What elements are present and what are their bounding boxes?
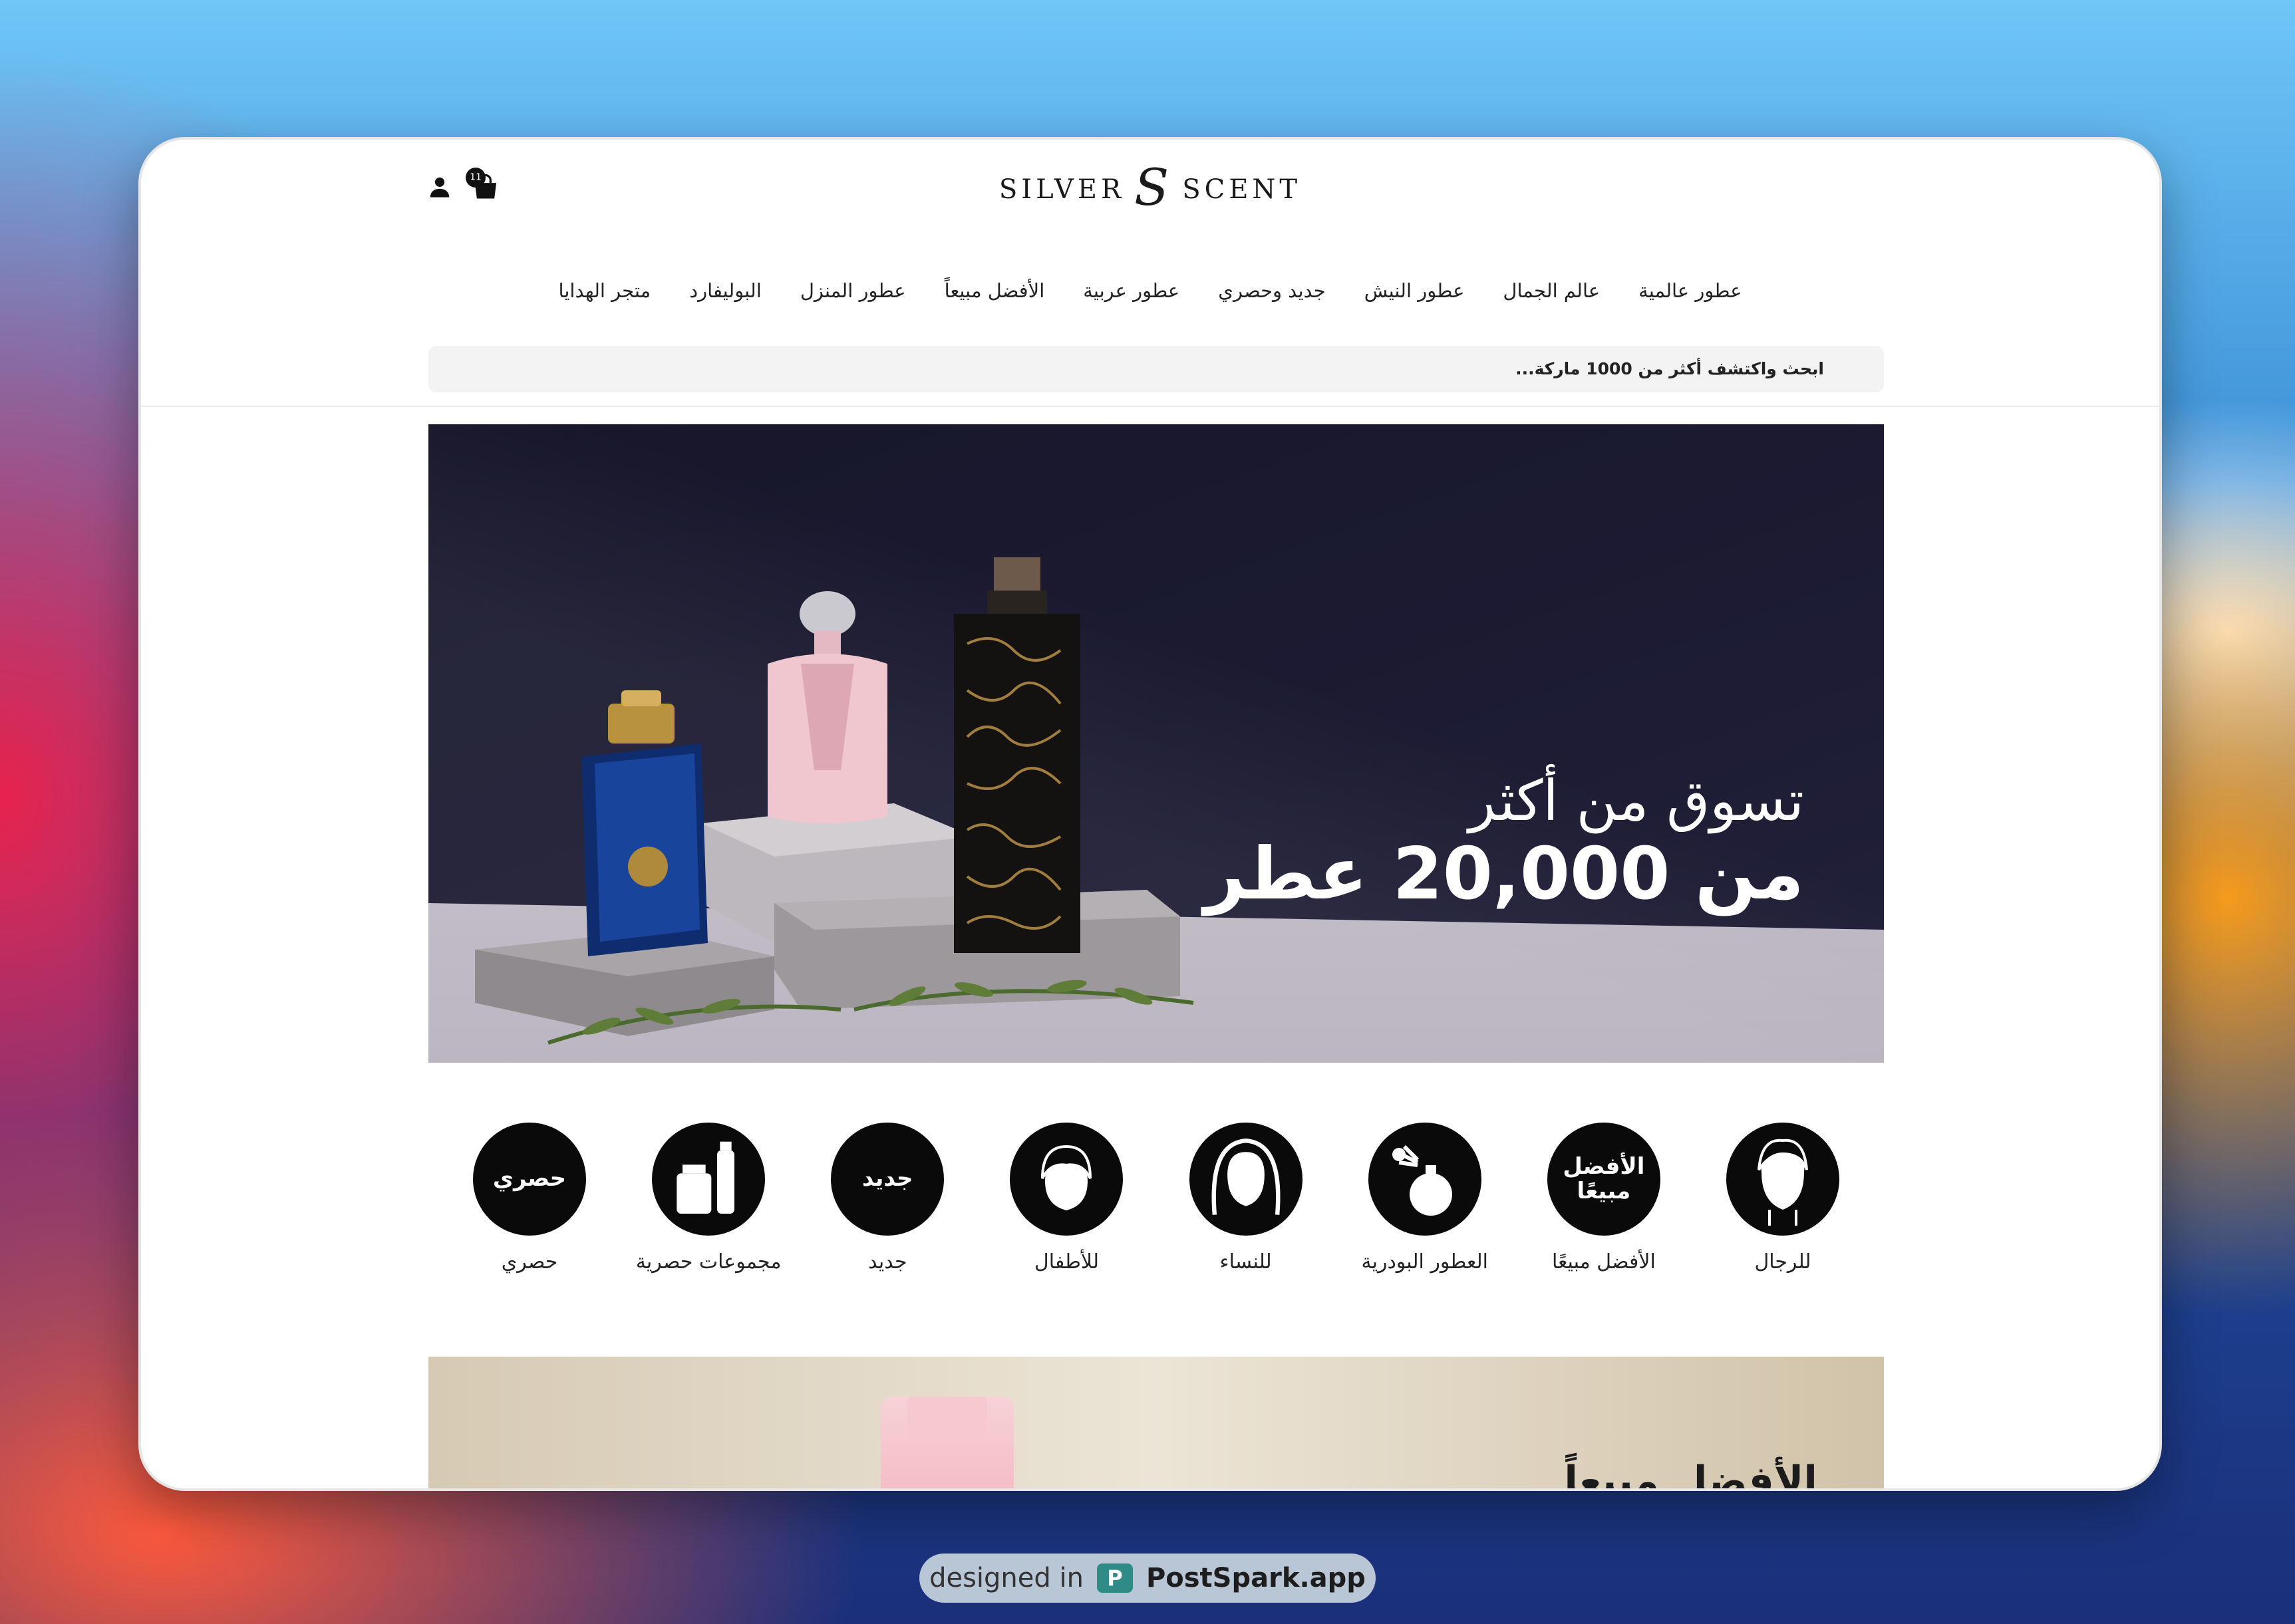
category-label: للنساء	[1219, 1250, 1272, 1274]
watermark-badge: designed in P PostSpark.app	[919, 1554, 1376, 1603]
category-women[interactable]: للنساء	[1166, 1123, 1326, 1295]
nav-item-international[interactable]: عطور عالمية	[1638, 279, 1742, 302]
new-text-icon: جديد	[831, 1123, 945, 1236]
perfume-atomizer-icon	[1368, 1123, 1481, 1236]
nav-item-best-sellers[interactable]: الأفضل مبيعاً	[945, 279, 1045, 302]
nav-item-new-exclusive[interactable]: جديد وحصري	[1218, 279, 1325, 302]
watermark-brand: PostSpark.app	[1146, 1563, 1366, 1593]
category-label: الأفضل مبيعًا	[1551, 1250, 1656, 1274]
postspark-logo-icon: P	[1096, 1563, 1133, 1593]
search-input[interactable]: ابحث واكتشف أكثر من 1000 ماركة...	[428, 346, 1884, 392]
nav-item-arabic[interactable]: عطور عربية	[1083, 279, 1179, 302]
hero-text: تسوق من أكثر من 20,000 عطر	[1204, 770, 1804, 918]
cart-count-badge: 11	[466, 168, 486, 188]
child-face-icon	[1010, 1123, 1124, 1236]
category-row: للرجال الأفضل مبيعًا الأفضل مبيعًا العطو…	[428, 1123, 1884, 1295]
category-powdery[interactable]: العطور البودرية	[1345, 1123, 1505, 1295]
woman-face-icon	[1189, 1123, 1302, 1236]
category-label: حصري	[501, 1250, 558, 1274]
user-account-icon[interactable]	[428, 176, 451, 198]
category-men[interactable]: للرجال	[1703, 1123, 1863, 1295]
circle-text: الأفضل مبيعًا	[1563, 1152, 1645, 1204]
gift-set-icon	[652, 1123, 766, 1236]
header-icons: 11	[428, 168, 500, 200]
category-best-sellers[interactable]: الأفضل مبيعًا الأفضل مبيعًا	[1524, 1123, 1684, 1295]
category-label: العطور البودرية	[1361, 1250, 1488, 1274]
hero-line-1: تسوق من أكثر	[1468, 768, 1804, 833]
category-label: للرجال	[1754, 1250, 1811, 1274]
promo-banner[interactable]: الأفضل مبيعاً	[428, 1357, 1884, 1490]
hero-banner[interactable]: تسوق من أكثر من 20,000 عطر	[428, 424, 1884, 1063]
circle-text: جديد	[862, 1165, 913, 1192]
header-divider	[141, 406, 2159, 407]
category-exclusive-sets[interactable]: مجموعات حصرية	[629, 1123, 788, 1295]
promo-bottle-cap	[907, 1397, 987, 1443]
hero-line-2: من 20,000 عطر	[1203, 833, 1804, 916]
category-kids[interactable]: للأطفال	[987, 1123, 1146, 1295]
circle-text: حصري	[492, 1165, 567, 1192]
browser-window: 11 SILVER S SCENT عطور عالمية عالم الجما…	[138, 137, 2162, 1491]
best-seller-text-icon: الأفضل مبيعًا	[1547, 1123, 1660, 1236]
category-label: جديد	[868, 1250, 907, 1274]
watermark-prefix: designed in	[929, 1563, 1084, 1593]
man-face-icon	[1726, 1123, 1839, 1236]
category-exclusive[interactable]: حصري حصري	[450, 1123, 609, 1295]
nav-item-beauty[interactable]: عالم الجمال	[1503, 279, 1600, 302]
nav-item-home[interactable]: عطور المنزل	[800, 279, 906, 302]
brand-monogram: S	[1134, 158, 1173, 217]
exclusive-text-icon: حصري	[473, 1123, 587, 1236]
hero-perfume-image	[475, 557, 1194, 1045]
nav-item-boulevard[interactable]: البوليفارد	[689, 279, 762, 302]
shopping-bag-icon[interactable]: 11	[466, 168, 500, 200]
brand-name-right: SCENT	[1182, 174, 1302, 205]
main-nav: عطور عالمية عالم الجمال عطور النيش جديد …	[141, 279, 2159, 302]
category-label: مجموعات حصرية	[635, 1250, 782, 1274]
brand-name-left: SILVER	[998, 174, 1126, 205]
category-new[interactable]: جديد جديد	[808, 1123, 967, 1295]
nav-item-niche[interactable]: عطور النيش	[1364, 279, 1465, 302]
category-label: للأطفال	[1034, 1250, 1099, 1274]
brand-logo[interactable]: SILVER S SCENT	[998, 162, 1302, 213]
promo-heading: الأفضل مبيعاً	[1564, 1458, 1817, 1490]
nav-item-gift-shop[interactable]: متجر الهدايا	[559, 279, 651, 302]
